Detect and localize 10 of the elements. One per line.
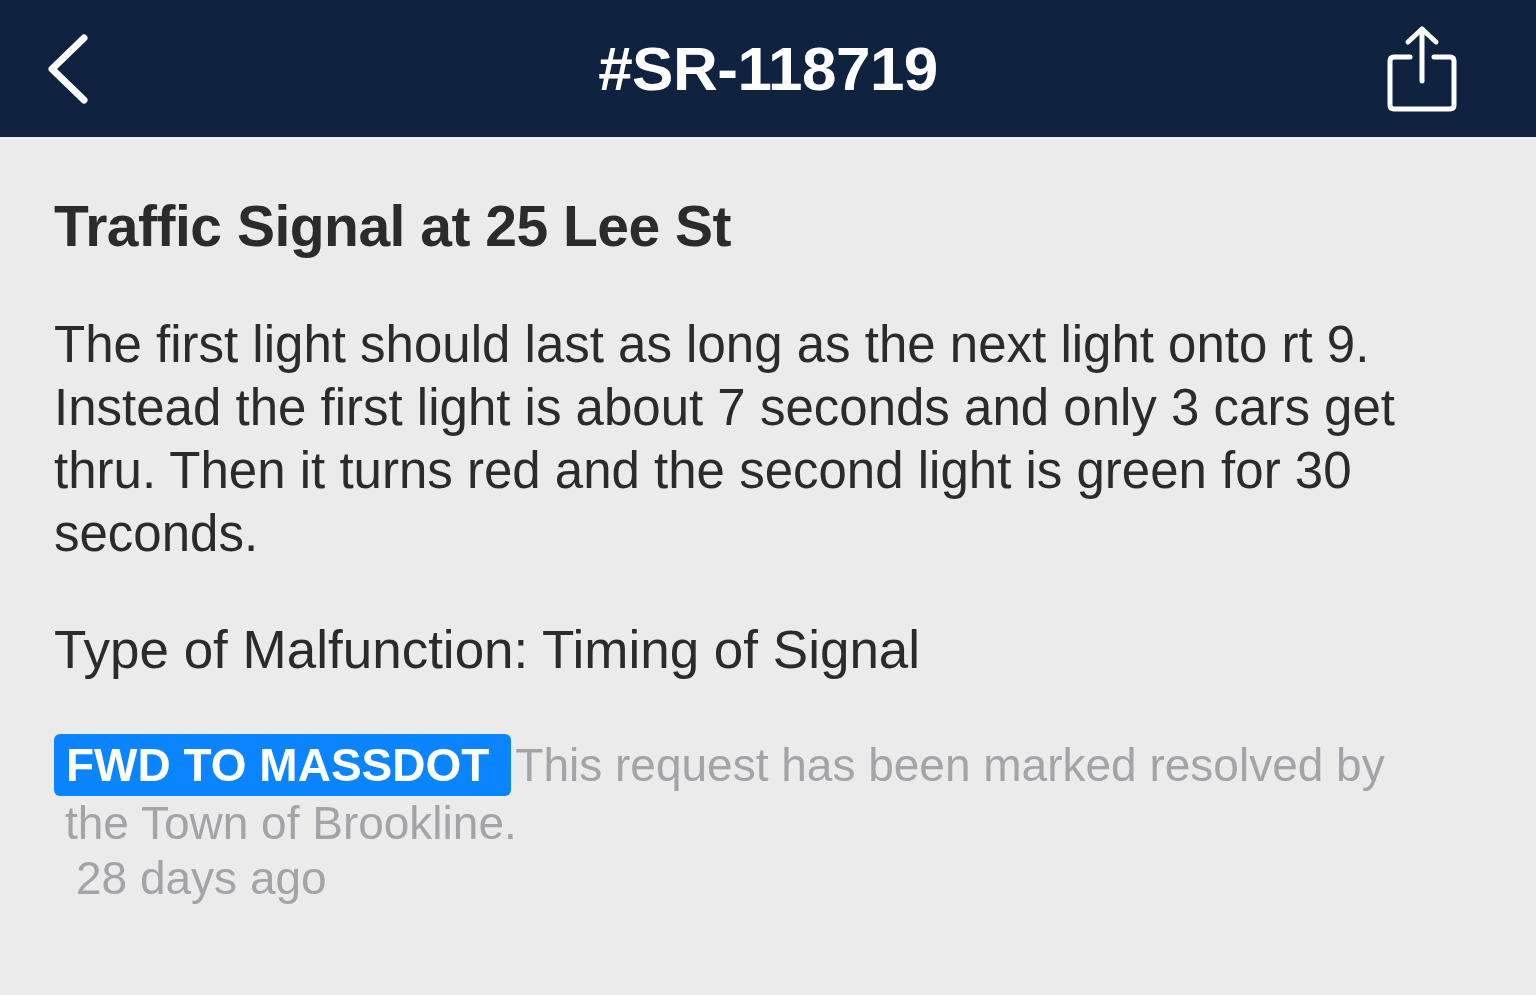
request-number: #SR-118719: [597, 33, 939, 104]
status-badge: FWD TO MASSDOT: [54, 734, 512, 796]
share-button[interactable]: [1386, 24, 1458, 113]
malfunction-type: Type of Malfunction: Timing of Signal: [54, 619, 921, 680]
status-message: This request has been marked resolved by: [515, 738, 1385, 793]
status-time: 28 days ago: [75, 851, 327, 906]
status-message: the Town of Brookline.: [64, 796, 517, 850]
share-icon: [1386, 24, 1458, 113]
request-description: The first light should last as long as the next light onto rt 9. Instead the first light is about 7 seconds and only 3 cars get thru. Then it turns red and the second light is green for 30 seconds.: [54, 315, 1396, 564]
request-title: Traffic Signal at 25 Lee St: [54, 193, 732, 259]
